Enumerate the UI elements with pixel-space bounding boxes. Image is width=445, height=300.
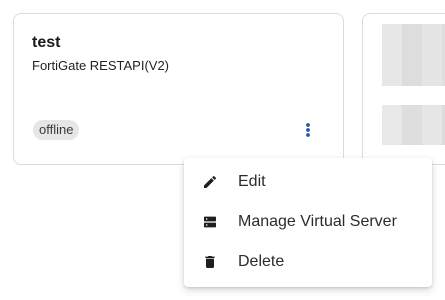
menu-item-label: Manage Virtual Server <box>238 213 397 230</box>
device-card[interactable]: test FortiGate RESTAPI(V2) offline <box>13 13 344 165</box>
device-card-next[interactable] <box>362 13 445 165</box>
server-icon <box>202 214 218 230</box>
placeholder-block <box>382 24 445 86</box>
menu-item-edit[interactable]: Edit <box>184 162 432 202</box>
menu-item-label: Delete <box>238 253 285 270</box>
menu-item-delete[interactable]: Delete <box>184 242 432 282</box>
card-title: test <box>32 34 61 51</box>
menu-item-manage-virtual-server[interactable]: Manage Virtual Server <box>184 202 432 242</box>
menu-item-label: Edit <box>238 173 266 190</box>
card-subtitle: FortiGate RESTAPI(V2) <box>32 58 170 73</box>
trash-icon <box>202 254 218 270</box>
dropdown-menu: Edit Manage Virtual Server Delete <box>184 158 432 287</box>
more-vert-icon <box>306 123 310 137</box>
placeholder-block <box>382 105 445 145</box>
more-options-button[interactable] <box>298 118 318 142</box>
status-badge: offline <box>33 120 80 140</box>
pencil-icon <box>202 174 218 190</box>
